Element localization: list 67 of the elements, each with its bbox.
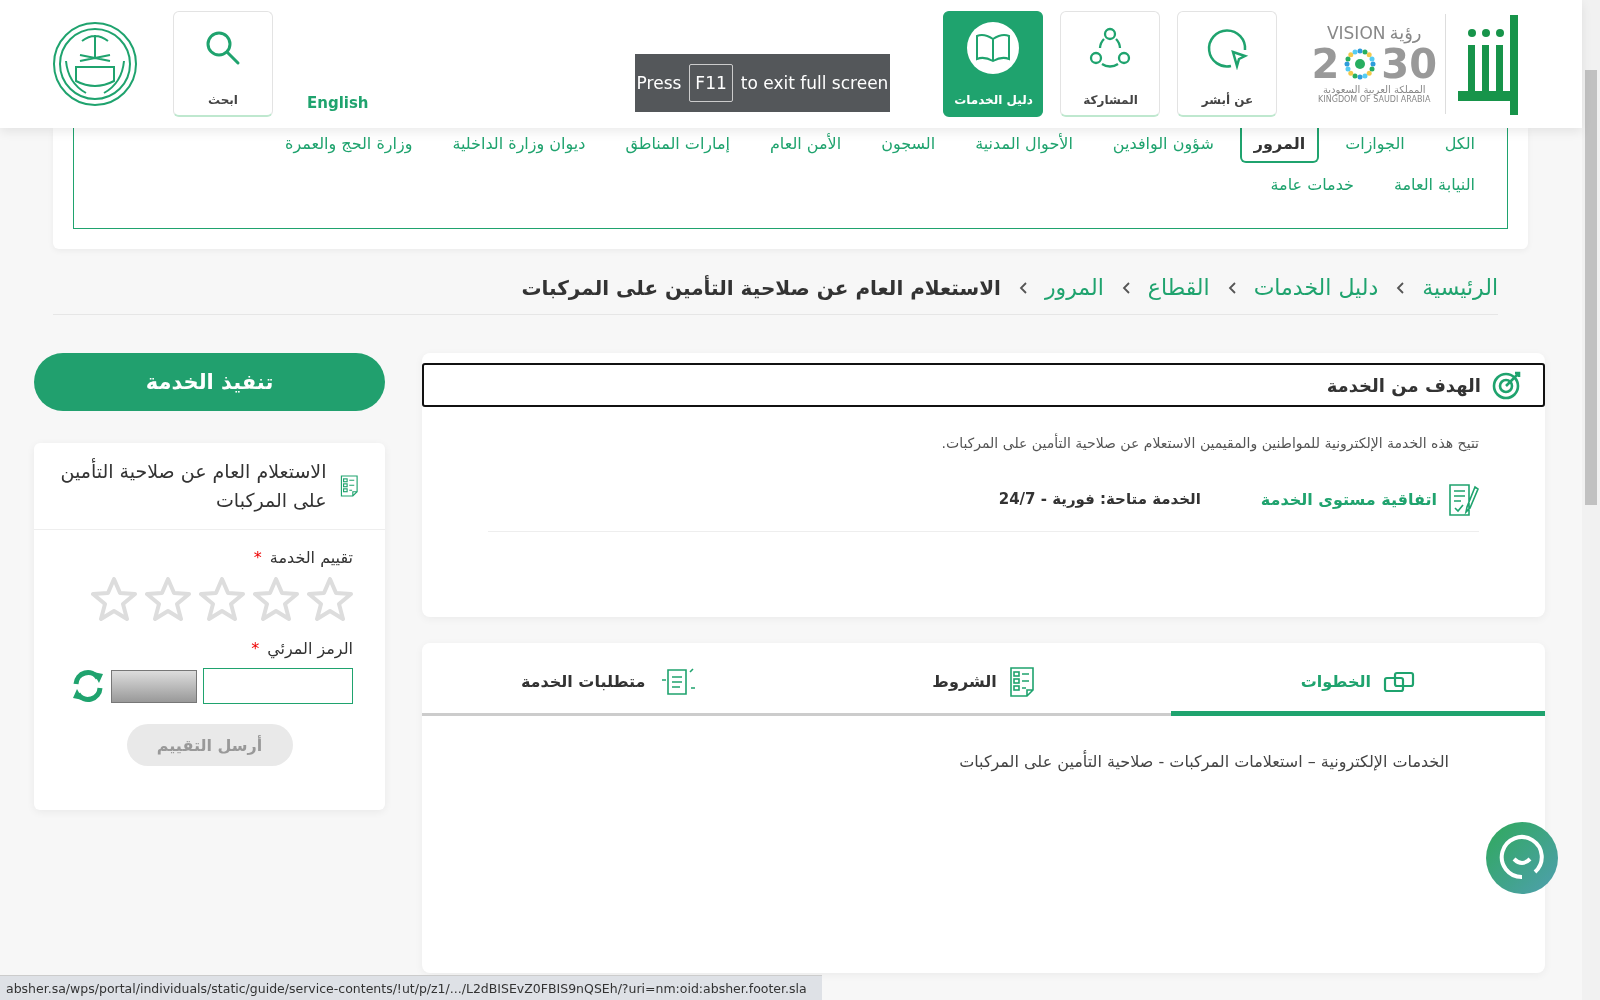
refresh-icon[interactable] — [71, 668, 105, 704]
toast-text: Press — [636, 73, 682, 93]
category-tab[interactable]: شؤون الوافدين — [1098, 128, 1228, 163]
tab[interactable]: الشروط — [796, 643, 1171, 716]
linked-squares-icon — [1382, 669, 1415, 694]
chevron-icon — [1396, 281, 1405, 294]
breadcrumb-link[interactable]: الاستعلام العام عن صلاحية التأمين على المركبات — [521, 275, 1001, 300]
key-label: F11 — [689, 64, 733, 102]
category-tab[interactable]: الأحوال المدنية — [961, 128, 1087, 163]
star-icon[interactable] — [307, 577, 353, 621]
sla-link[interactable]: اتفاقية مستوى الخدمة — [1260, 489, 1437, 509]
open-book-icon — [974, 33, 1013, 63]
category-tab[interactable]: الأمن العام — [755, 128, 856, 163]
required-mark: * — [253, 548, 262, 567]
language-link[interactable]: English — [307, 94, 369, 112]
breadcrumb-link[interactable]: المرور — [1044, 275, 1104, 300]
nav-button[interactable]: عن أبشر — [1177, 11, 1278, 117]
breadcrumb-link[interactable]: الرئيسية — [1422, 275, 1498, 300]
category-tab[interactable]: الجوازات — [1331, 128, 1419, 163]
cursor-circle-icon — [1205, 26, 1250, 70]
tab[interactable]: الخطوات — [1170, 643, 1545, 716]
category-tab[interactable]: النيابة العامة — [1379, 169, 1489, 204]
chevron-icon — [1018, 281, 1027, 294]
category-tab[interactable]: خدمات عامة — [1256, 169, 1368, 204]
rating-label: تقييم الخدمة — [269, 548, 353, 567]
availability-text: الخدمة متاحة: فورية - 24/7 — [998, 490, 1201, 508]
star-icon[interactable] — [199, 577, 245, 621]
target-icon — [1491, 369, 1523, 401]
required-mark: * — [251, 639, 260, 658]
toast-text: to exit full screen — [740, 73, 889, 93]
nav-button[interactable]: المشاركة — [1060, 11, 1161, 117]
category-tab[interactable]: الكل — [1430, 128, 1489, 163]
search-button[interactable]: ابحث — [173, 11, 273, 117]
tab[interactable]: متطلبات الخدمة — [422, 643, 797, 716]
chevron-icon — [1227, 281, 1236, 294]
star-icon[interactable] — [145, 577, 191, 621]
signed-document-icon — [1447, 481, 1479, 517]
tab-content-text: الخدمات الإلكترونية – استعلامات المركبات - صلاحية التأمين على المركبات — [958, 752, 1449, 771]
star-icon[interactable] — [91, 577, 137, 621]
goal-description: تتيح هذه الخدمة الإلكترونية للمواطنين والمقيمين الاستعلام عن صلاحية التأمين على المركبات. — [940, 435, 1479, 451]
checklist-icon — [1008, 665, 1035, 698]
category-tab[interactable]: المرور — [1239, 128, 1320, 163]
vision-year-end: 30 — [1381, 43, 1437, 85]
execute-service-button[interactable]: تنفيذ الخدمة — [34, 353, 385, 411]
scrollbar[interactable] — [1582, 0, 1600, 1000]
goal-title: الهدف من الخدمة — [1326, 374, 1481, 396]
search-icon — [204, 29, 242, 67]
breadcrumb-link[interactable]: دليل الخدمات — [1253, 275, 1379, 300]
share-nodes-icon — [1088, 26, 1133, 70]
status-bar-url: absher.sa/wps/portal/individuals/static/guide/service-contents/!ut/p/z1/.../L2dBISEvZ0FBIS9nQSEh/?uri=nm:oid:absher.footer.sla — [0, 975, 822, 1000]
breadcrumb-link[interactable]: القطاع — [1147, 275, 1210, 300]
captcha-label: الرمز المرئي — [267, 639, 353, 658]
vision-subtitle: KINGDOM OF SAUDI ARABIA — [1318, 95, 1431, 104]
category-tab[interactable]: إمارات المناطق — [611, 128, 744, 163]
service-title: الاستعلام العام عن صلاحية التأمين على المركبات — [59, 457, 327, 514]
category-tab[interactable]: وزارة الحج والعمرة — [271, 128, 427, 163]
captcha-input-field[interactable] — [203, 668, 353, 704]
vision-label: VISION — [1326, 24, 1386, 43]
category-tab[interactable]: السجون — [867, 128, 950, 163]
nav-button[interactable]: دليل الخدمات — [943, 11, 1044, 117]
dotted-emblem-icon — [1343, 47, 1378, 81]
vision-arabic-label: رؤية — [1389, 24, 1422, 43]
chevron-icon — [1121, 281, 1130, 294]
category-tab[interactable]: ديوان وزارة الداخلية — [438, 128, 600, 163]
star-icon[interactable] — [253, 577, 299, 621]
vision-subtitle: المملكة العربية السعودية — [1322, 85, 1426, 95]
vision-year-start: 2 — [1311, 43, 1340, 85]
